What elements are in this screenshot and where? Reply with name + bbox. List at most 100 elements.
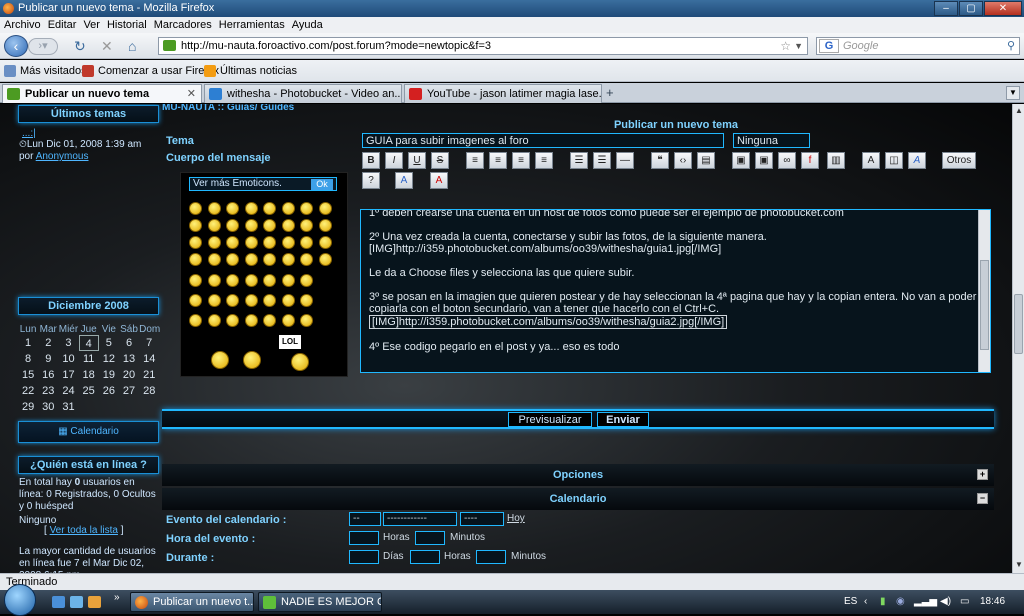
calendar-day[interactable]: 14 bbox=[139, 351, 159, 367]
menu-marcadores[interactable]: Marcadores bbox=[154, 17, 212, 33]
calendar-day[interactable]: 26 bbox=[99, 383, 119, 399]
background-color-icon[interactable]: A bbox=[430, 172, 448, 189]
calendar-day[interactable]: 25 bbox=[79, 383, 99, 399]
emoticon-icon[interactable] bbox=[281, 274, 295, 287]
calendar-day[interactable]: 30 bbox=[38, 399, 58, 415]
emoticon-icon[interactable] bbox=[263, 294, 276, 307]
tab-list-icon[interactable]: ▼ bbox=[1006, 86, 1020, 100]
menu-historial[interactable]: Historial bbox=[107, 17, 147, 33]
breadcrumb[interactable]: MU-NAUTA :: Guias/ Guides bbox=[162, 104, 294, 113]
font-size-icon[interactable]: A bbox=[862, 152, 880, 169]
emoticon-icon[interactable] bbox=[263, 274, 276, 287]
emoticon-icon[interactable] bbox=[300, 219, 313, 232]
emoticon-icon[interactable] bbox=[300, 294, 313, 307]
latest-topic-author[interactable]: Anonymous bbox=[36, 151, 89, 162]
collapse-icon[interactable]: − bbox=[977, 493, 988, 504]
calendar-day[interactable]: 22 bbox=[18, 383, 38, 399]
latest-topic-title[interactable]: ...:| bbox=[22, 128, 36, 139]
host-image-icon[interactable]: ▣ bbox=[755, 152, 773, 169]
event-year-select[interactable]: ---- bbox=[460, 512, 504, 526]
calendar-day[interactable]: 17 bbox=[58, 367, 78, 383]
emoticon-icon[interactable] bbox=[226, 294, 239, 307]
calendar-day[interactable] bbox=[139, 399, 159, 415]
calendar-button[interactable]: ▦ Calendario bbox=[18, 421, 159, 443]
start-button[interactable] bbox=[4, 584, 36, 616]
media-player-icon[interactable] bbox=[88, 596, 101, 608]
calendar-day[interactable]: 18 bbox=[79, 367, 99, 383]
emoticon-icon[interactable] bbox=[281, 314, 295, 327]
emoticons-ok-button[interactable]: Ok bbox=[311, 179, 333, 190]
emoticon-icon[interactable] bbox=[244, 219, 258, 232]
calendar-day[interactable]: 16 bbox=[38, 367, 58, 383]
calendar-day[interactable]: 12 bbox=[99, 351, 119, 367]
url-dropdown-icon[interactable]: ▼ bbox=[794, 38, 803, 54]
horizontal-rule-icon[interactable]: ― bbox=[616, 152, 634, 169]
calendar-day[interactable]: 10 bbox=[58, 351, 78, 367]
emoticon-icon[interactable] bbox=[207, 219, 221, 232]
menu-archivo[interactable]: Archivo bbox=[4, 17, 41, 33]
align-justify-icon[interactable]: ≡ bbox=[535, 152, 553, 169]
emoticon-icon[interactable] bbox=[189, 314, 202, 327]
view-all-list-link[interactable]: Ver toda la lista bbox=[50, 525, 118, 536]
emoticon-icon[interactable] bbox=[300, 274, 313, 287]
emoticon-icon[interactable] bbox=[318, 253, 332, 266]
scroll-up-icon[interactable]: ▲ bbox=[1015, 106, 1023, 115]
home-icon[interactable]: ⌂ bbox=[128, 38, 136, 54]
emoticon-icon[interactable] bbox=[226, 236, 239, 249]
emoticon-icon[interactable] bbox=[207, 236, 221, 249]
volume-icon[interactable]: ◀) bbox=[940, 590, 951, 614]
calendar-day[interactable]: 8 bbox=[18, 351, 38, 367]
bookmark-star-icon[interactable]: ☆ bbox=[780, 38, 791, 54]
emoticon-icon[interactable] bbox=[226, 202, 239, 215]
emoticon-icon[interactable] bbox=[207, 274, 221, 287]
more-quicklaunch-icon[interactable]: » bbox=[114, 592, 120, 603]
calendar-day-today[interactable]: 4 bbox=[78, 335, 99, 351]
image-icon[interactable]: ▣ bbox=[732, 152, 750, 169]
bold-icon[interactable]: B bbox=[362, 152, 380, 169]
tab-youtube[interactable]: YouTube - jason latimer magia lase... bbox=[404, 84, 602, 103]
minimize-button[interactable]: – bbox=[934, 1, 958, 16]
emoticon-icon[interactable] bbox=[189, 253, 202, 266]
calendar-day[interactable]: 13 bbox=[119, 351, 139, 367]
scroll-down-icon[interactable]: ▼ bbox=[1015, 560, 1023, 569]
link-icon[interactable]: ∞ bbox=[778, 152, 796, 169]
emoticon-icon[interactable] bbox=[207, 253, 221, 266]
duration-hours-input[interactable] bbox=[410, 550, 440, 564]
event-day-select[interactable]: -- bbox=[349, 512, 381, 526]
emoticon-icon[interactable] bbox=[281, 253, 295, 266]
calendar-day[interactable]: 2 bbox=[38, 335, 58, 351]
network-icon[interactable]: ▮ bbox=[880, 590, 886, 614]
menu-editar[interactable]: Editar bbox=[48, 17, 77, 33]
others-button[interactable]: Otros bbox=[942, 152, 976, 169]
emoticon-icon[interactable] bbox=[226, 274, 239, 287]
url-bar[interactable]: http://mu-nauta.foroactivo.com/post.foru… bbox=[158, 37, 808, 55]
switch-windows-icon[interactable] bbox=[70, 596, 83, 608]
update-icon[interactable]: ◉ bbox=[896, 590, 905, 614]
calendar-day[interactable]: 29 bbox=[18, 399, 38, 415]
color-icon[interactable]: ◫ bbox=[885, 152, 903, 169]
emoticon-icon[interactable] bbox=[318, 236, 332, 249]
underline-icon[interactable]: U bbox=[408, 152, 426, 169]
forward-arrow-icon[interactable]: ›▾ bbox=[28, 38, 58, 55]
emoticon-icon[interactable] bbox=[207, 202, 221, 215]
today-link[interactable]: Hoy bbox=[507, 512, 525, 526]
align-left-icon[interactable]: ≡ bbox=[466, 152, 484, 169]
emoticon-icon[interactable] bbox=[244, 274, 258, 287]
italic-icon[interactable]: I bbox=[385, 152, 403, 169]
emoticon-icon[interactable] bbox=[189, 274, 202, 287]
emoticon-icon[interactable] bbox=[244, 253, 258, 266]
google-engine-icon[interactable]: G bbox=[819, 39, 839, 53]
calendar-day[interactable]: 15 bbox=[18, 367, 38, 383]
emoticon-icon[interactable] bbox=[281, 294, 295, 307]
reload-icon[interactable]: ↻ bbox=[74, 38, 86, 54]
event-month-select[interactable]: ------------ bbox=[383, 512, 457, 526]
emoticon-icon[interactable] bbox=[244, 202, 258, 215]
taskbar-window-2[interactable]: NADIE ES MEJOR Q... bbox=[258, 592, 382, 612]
calendar-day[interactable]: 28 bbox=[139, 383, 159, 399]
strikethrough-icon[interactable]: S bbox=[431, 152, 449, 169]
close-button[interactable]: ✕ bbox=[984, 1, 1022, 16]
emoticon-icon[interactable] bbox=[211, 351, 229, 369]
calendar-day[interactable]: 5 bbox=[99, 335, 119, 351]
emoticon-icon[interactable] bbox=[263, 253, 276, 266]
quote-icon[interactable]: ❝ bbox=[651, 152, 669, 169]
